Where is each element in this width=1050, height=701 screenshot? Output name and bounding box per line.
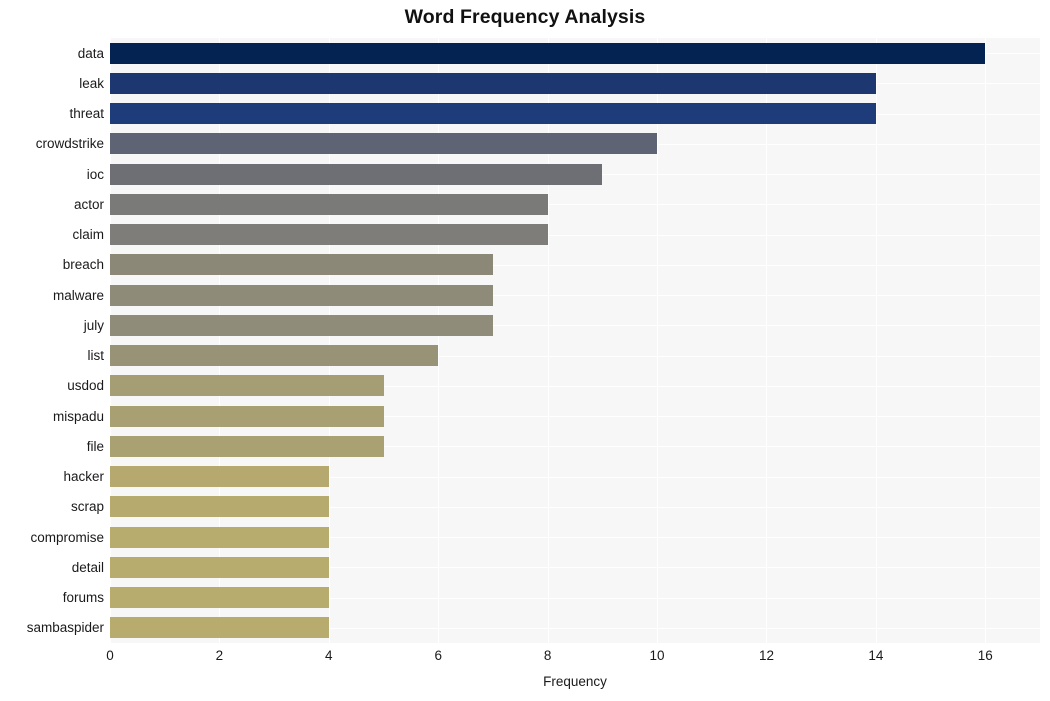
vertical-gridline — [985, 38, 987, 643]
plot-area — [110, 38, 1040, 643]
bar-row[interactable] — [110, 285, 1040, 306]
bar-usdod[interactable] — [110, 375, 384, 396]
bar-breach[interactable] — [110, 254, 493, 275]
bar-row[interactable] — [110, 43, 1040, 64]
bar-row[interactable] — [110, 345, 1040, 366]
bar-row[interactable] — [110, 496, 1040, 517]
x-tick-label-2: 2 — [215, 648, 224, 663]
y-tick-label-file: file — [86, 439, 104, 454]
vertical-gridline — [875, 38, 877, 643]
bar-row[interactable] — [110, 527, 1040, 548]
vertical-gridline — [438, 38, 440, 643]
y-tick-label-ioc: ioc — [86, 167, 104, 182]
x-tick-label-4: 4 — [325, 648, 333, 663]
bar-threat[interactable] — [110, 103, 876, 124]
bar-actor[interactable] — [110, 194, 548, 215]
bar-row[interactable] — [110, 375, 1040, 396]
x-tick-label-10: 10 — [649, 648, 665, 663]
y-tick-label-leak: leak — [79, 76, 104, 91]
bar-sambaspider[interactable] — [110, 617, 329, 638]
bar-malware[interactable] — [110, 285, 493, 306]
y-tick-label-mispadu: mispadu — [52, 409, 104, 424]
y-tick-label-detail: detail — [71, 560, 104, 575]
bar-scrap[interactable] — [110, 496, 329, 517]
bar-july[interactable] — [110, 315, 493, 336]
vertical-gridline — [328, 38, 330, 643]
vertical-gridline — [657, 38, 659, 643]
bar-crowdstrike[interactable] — [110, 133, 658, 154]
bar-mispadu[interactable] — [110, 406, 384, 427]
bar-forums[interactable] — [110, 587, 329, 608]
vertical-gridline — [110, 38, 111, 643]
y-tick-label-crowdstrike: crowdstrike — [35, 136, 104, 151]
bar-row[interactable] — [110, 194, 1040, 215]
x-tick-label-16: 16 — [977, 648, 993, 663]
y-tick-label-threat: threat — [69, 106, 104, 121]
bar-ioc[interactable] — [110, 164, 603, 185]
bar-row[interactable] — [110, 73, 1040, 94]
bar-row[interactable] — [110, 466, 1040, 487]
bar-row[interactable] — [110, 254, 1040, 275]
y-tick-label-sambaspider: sambaspider — [26, 620, 104, 635]
bar-data[interactable] — [110, 43, 986, 64]
bar-hacker[interactable] — [110, 466, 329, 487]
bar-row[interactable] — [110, 103, 1040, 124]
x-tick-label-8: 8 — [543, 648, 552, 663]
y-tick-label-hacker: hacker — [63, 469, 104, 484]
vertical-gridline — [766, 38, 768, 643]
word-frequency-chart: Word Frequency Analysis data leak threat cr… — [0, 0, 1050, 701]
x-tick-label-14: 14 — [868, 648, 884, 663]
bar-compromise[interactable] — [110, 527, 329, 548]
bar-claim[interactable] — [110, 224, 548, 245]
y-tick-label-compromise: compromise — [30, 530, 104, 545]
bar-row[interactable] — [110, 315, 1040, 336]
bar-detail[interactable] — [110, 557, 329, 578]
y-tick-label-actor: actor — [73, 197, 104, 212]
y-tick-label-data: data — [77, 46, 104, 61]
y-tick-label-forums: forums — [62, 590, 104, 605]
bar-row[interactable] — [110, 133, 1040, 154]
y-tick-label-july: july — [83, 318, 104, 333]
x-tick-label-6: 6 — [434, 648, 442, 663]
y-tick-label-usdod: usdod — [67, 378, 104, 393]
vertical-gridline — [547, 38, 549, 643]
y-tick-label-malware: malware — [52, 288, 104, 303]
bar-file[interactable] — [110, 436, 384, 457]
bar-row[interactable] — [110, 617, 1040, 638]
y-tick-label-claim: claim — [72, 227, 104, 242]
x-tick-label-12: 12 — [758, 648, 774, 663]
page-title: Word Frequency Analysis — [404, 6, 646, 28]
vertical-gridline — [219, 38, 221, 643]
bar-row[interactable] — [110, 587, 1040, 608]
y-tick-label-breach: breach — [62, 257, 104, 272]
bar-list[interactable] — [110, 345, 439, 366]
bar-row[interactable] — [110, 436, 1040, 457]
bar-row[interactable] — [110, 557, 1040, 578]
bar-row[interactable] — [110, 406, 1040, 427]
y-axis-tick-labels: data leak threat crowdstrike ioc actor claim br… — [0, 38, 104, 643]
bar-row[interactable] — [110, 224, 1040, 245]
x-tick-label-0: 0 — [106, 648, 114, 663]
x-axis-label: Frequency — [543, 674, 607, 689]
y-tick-label-scrap: scrap — [70, 499, 104, 514]
x-axis-tick-labels: 0 2 4 6 8 10 12 14 16 — [0, 648, 1050, 670]
bar-row[interactable] — [110, 164, 1040, 185]
bar-leak[interactable] — [110, 73, 876, 94]
y-tick-label-list: list — [87, 348, 105, 363]
